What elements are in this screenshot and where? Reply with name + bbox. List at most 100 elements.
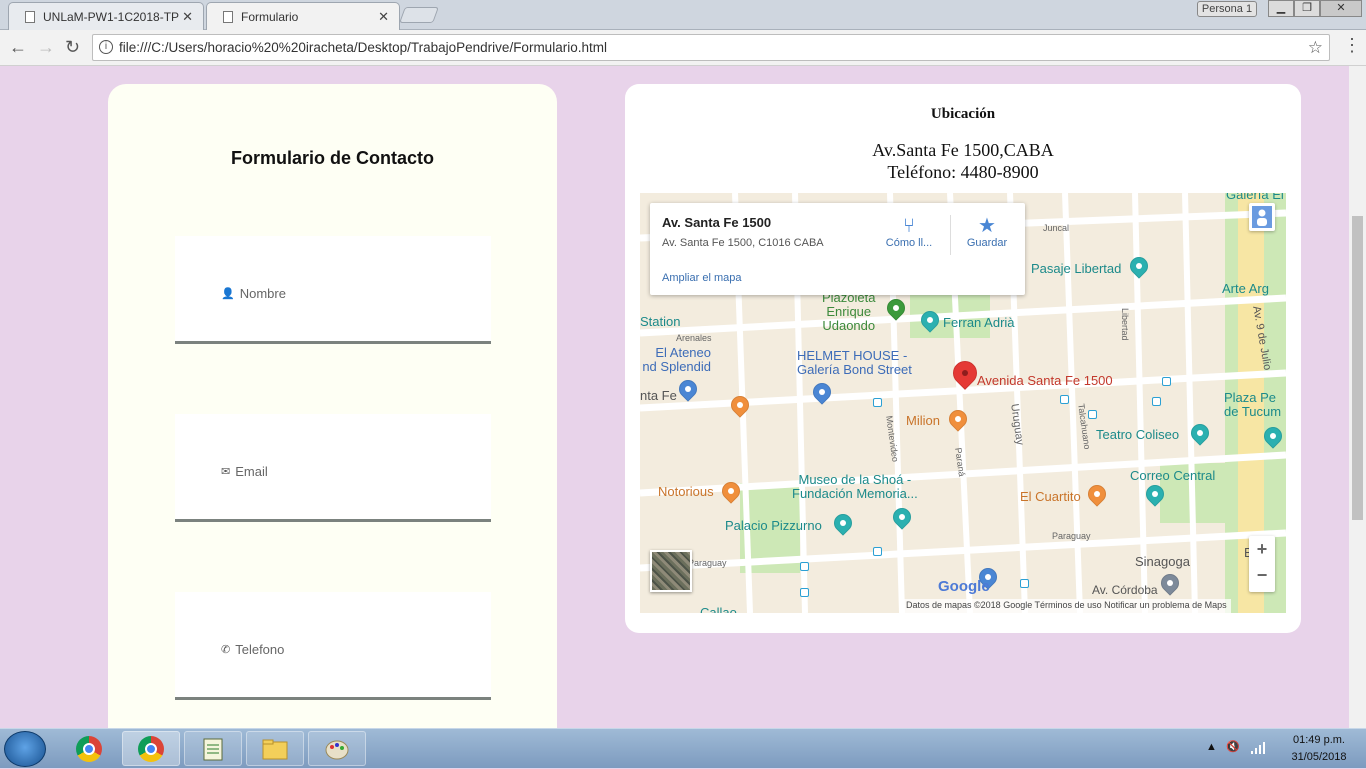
divider bbox=[950, 215, 951, 255]
map-label-ferran: Ferran Adrià bbox=[943, 315, 1015, 330]
map-label-notorious: Notorious bbox=[658, 484, 714, 499]
bookmark-star-icon[interactable]: ☆ bbox=[1308, 35, 1323, 60]
tab-formulario[interactable]: Formulario ✕ bbox=[206, 2, 400, 31]
map-label-teatro: Teatro Coliseo bbox=[1096, 427, 1180, 442]
street-libertad: Libertad bbox=[1120, 308, 1130, 341]
street-arenales: Arenales bbox=[676, 333, 712, 343]
subway-icon bbox=[800, 588, 809, 597]
map-label-arte: Arte Arg bbox=[1222, 281, 1269, 296]
google-logo: Google bbox=[938, 578, 990, 595]
map-label-cuartito: El Cuartito bbox=[1020, 489, 1081, 504]
tab-unlam[interactable]: UNLaM-PW1-1C2018-TP ✕ bbox=[8, 2, 204, 30]
taskbar-chrome[interactable] bbox=[122, 731, 180, 766]
minimize-button[interactable]: ▁ bbox=[1268, 0, 1294, 17]
map-label-galeria: Galería El bbox=[1226, 193, 1284, 202]
map-label-sinagoga: Sinagoga bbox=[1135, 554, 1190, 569]
map-label-museo: Museo de la Shoá - Fundación Memoria... bbox=[792, 472, 918, 501]
scrollbar-thumb[interactable] bbox=[1352, 216, 1363, 520]
map-attribution[interactable]: Datos de mapas ©2018 Google Términos de … bbox=[902, 599, 1231, 613]
street-view-pegman-icon[interactable] bbox=[1249, 203, 1275, 231]
map-label-marker: Avenida Santa Fe 1500 bbox=[977, 373, 1113, 388]
map-label-helmet: HELMET HOUSE - Galería Bond Street bbox=[797, 348, 912, 377]
location-card: Ubicación Av.Santa Fe 1500,CABA Teléfono… bbox=[625, 84, 1301, 633]
phone-field[interactable]: ✆ Telefono bbox=[175, 592, 491, 700]
clock-date[interactable]: 31/05/2018 bbox=[1284, 751, 1354, 763]
envelope-icon: ✉ bbox=[221, 466, 231, 478]
google-map[interactable]: Pasaje Libertad Plazoleta Enrique Udaond… bbox=[640, 193, 1286, 613]
location-address: Av.Santa Fe 1500,CABA bbox=[872, 140, 1054, 160]
street-cordoba: Av. Córdoba bbox=[1092, 583, 1158, 597]
show-hidden-icons-icon[interactable]: ▲ bbox=[1206, 741, 1217, 753]
satellite-toggle[interactable] bbox=[650, 550, 692, 592]
person-icon: 👤 bbox=[221, 288, 235, 300]
taskbar-explorer[interactable] bbox=[246, 731, 304, 766]
map-label-callao: Callao bbox=[700, 605, 737, 613]
place-address: Av. Santa Fe 1500, C1016 CABA bbox=[662, 237, 824, 249]
menu-icon[interactable]: ⋮ bbox=[1343, 35, 1361, 56]
start-button[interactable] bbox=[4, 731, 46, 767]
directions-button[interactable]: ⑂ Cómo ll... bbox=[882, 215, 936, 249]
volume-muted-icon[interactable]: 🔇 bbox=[1226, 740, 1240, 753]
map-info-card: Av. Santa Fe 1500 Av. Santa Fe 1500, C10… bbox=[650, 203, 1025, 295]
map-label-ateneo: El Ateneo nd Splendid bbox=[642, 345, 711, 374]
url-text: file:///C:/Users/horacio%20%20iracheta/D… bbox=[119, 40, 607, 55]
star-icon: ★ bbox=[978, 215, 996, 237]
close-icon[interactable]: ✕ bbox=[182, 9, 193, 25]
document-icon bbox=[223, 11, 233, 23]
clock-time[interactable]: 01:49 p.m. bbox=[1284, 734, 1354, 746]
subway-icon bbox=[1060, 395, 1069, 404]
restore-button[interactable]: ❐ bbox=[1294, 0, 1320, 17]
name-field[interactable]: 👤 Nombre bbox=[175, 236, 491, 344]
folder-icon bbox=[262, 739, 288, 759]
profile-button[interactable]: Persona 1 bbox=[1197, 1, 1257, 17]
system-tray: ▲ 🔇 01:49 p.m. 31/05/2018 bbox=[1196, 729, 1366, 769]
contact-form-card: Formulario de Contacto 👤 Nombre ✉ Email ✆ T… bbox=[108, 84, 557, 728]
forward-arrow-icon[interactable]: → bbox=[37, 37, 55, 58]
subway-icon bbox=[873, 398, 882, 407]
tab-strip: UNLaM-PW1-1C2018-TP ✕ Formulario ✕ Perso… bbox=[0, 0, 1366, 31]
back-arrow-icon[interactable]: ← bbox=[9, 37, 27, 58]
new-tab-button[interactable] bbox=[399, 7, 439, 23]
save-label: Guardar bbox=[966, 237, 1008, 249]
street-paraguay: Paraguay bbox=[688, 558, 727, 568]
network-signal-icon[interactable] bbox=[1250, 741, 1266, 755]
close-icon[interactable]: ✕ bbox=[378, 9, 389, 25]
place-name: Av. Santa Fe 1500 bbox=[662, 215, 772, 230]
map-label-milion: Milion bbox=[906, 413, 940, 428]
page-content: Formulario de Contacto 👤 Nombre ✉ Email ✆ T… bbox=[0, 66, 1349, 728]
taskbar-paint[interactable] bbox=[308, 731, 366, 766]
notepad-icon bbox=[203, 738, 223, 760]
phone-icon: ✆ bbox=[221, 644, 231, 656]
subway-icon bbox=[1020, 579, 1029, 588]
browser-chrome: UNLaM-PW1-1C2018-TP ✕ Formulario ✕ Perso… bbox=[0, 0, 1366, 66]
zoom-control: + − bbox=[1249, 536, 1275, 592]
chrome-icon bbox=[138, 735, 164, 762]
taskbar-chrome-pinned[interactable] bbox=[60, 731, 118, 766]
email-label: Email bbox=[235, 464, 268, 479]
location-title: Ubicación bbox=[930, 106, 996, 122]
zoom-out-button[interactable]: − bbox=[1249, 562, 1275, 588]
reload-icon[interactable]: ↻ bbox=[65, 37, 80, 58]
zoom-in-button[interactable]: + bbox=[1249, 536, 1275, 562]
map-label-santa-fe: nta Fe bbox=[640, 388, 677, 403]
info-icon[interactable]: i bbox=[99, 40, 113, 54]
location-phone: Teléfono: 4480-8900 bbox=[887, 162, 1039, 182]
document-icon bbox=[25, 10, 35, 23]
tab-title: UNLaM-PW1-1C2018-TP bbox=[43, 9, 180, 24]
map-label-plazoleta: Plazoleta Enrique Udaondo bbox=[822, 290, 876, 333]
vertical-scrollbar[interactable] bbox=[1349, 66, 1366, 728]
map-label-station: Station bbox=[640, 314, 681, 329]
phone-label: Telefono bbox=[235, 642, 285, 657]
email-field[interactable]: ✉ Email bbox=[175, 414, 491, 522]
close-window-button[interactable]: ✕ bbox=[1320, 0, 1362, 17]
map-label-plaza: Plaza Pe de Tucum bbox=[1224, 390, 1282, 419]
save-button[interactable]: ★ Guardar bbox=[960, 215, 1014, 249]
street-juncal: Juncal bbox=[1043, 223, 1070, 233]
enlarge-map-link[interactable]: Ampliar el mapa bbox=[662, 272, 741, 284]
taskbar-notepad[interactable] bbox=[184, 731, 242, 766]
map-label-correo: Correo Central bbox=[1130, 468, 1216, 483]
subway-icon bbox=[1088, 410, 1097, 419]
street-paraguay-east: Paraguay bbox=[1052, 531, 1091, 541]
name-label: Nombre bbox=[239, 286, 286, 301]
address-bar[interactable]: i file:///C:/Users/horacio%20%20iracheta… bbox=[92, 34, 1330, 61]
